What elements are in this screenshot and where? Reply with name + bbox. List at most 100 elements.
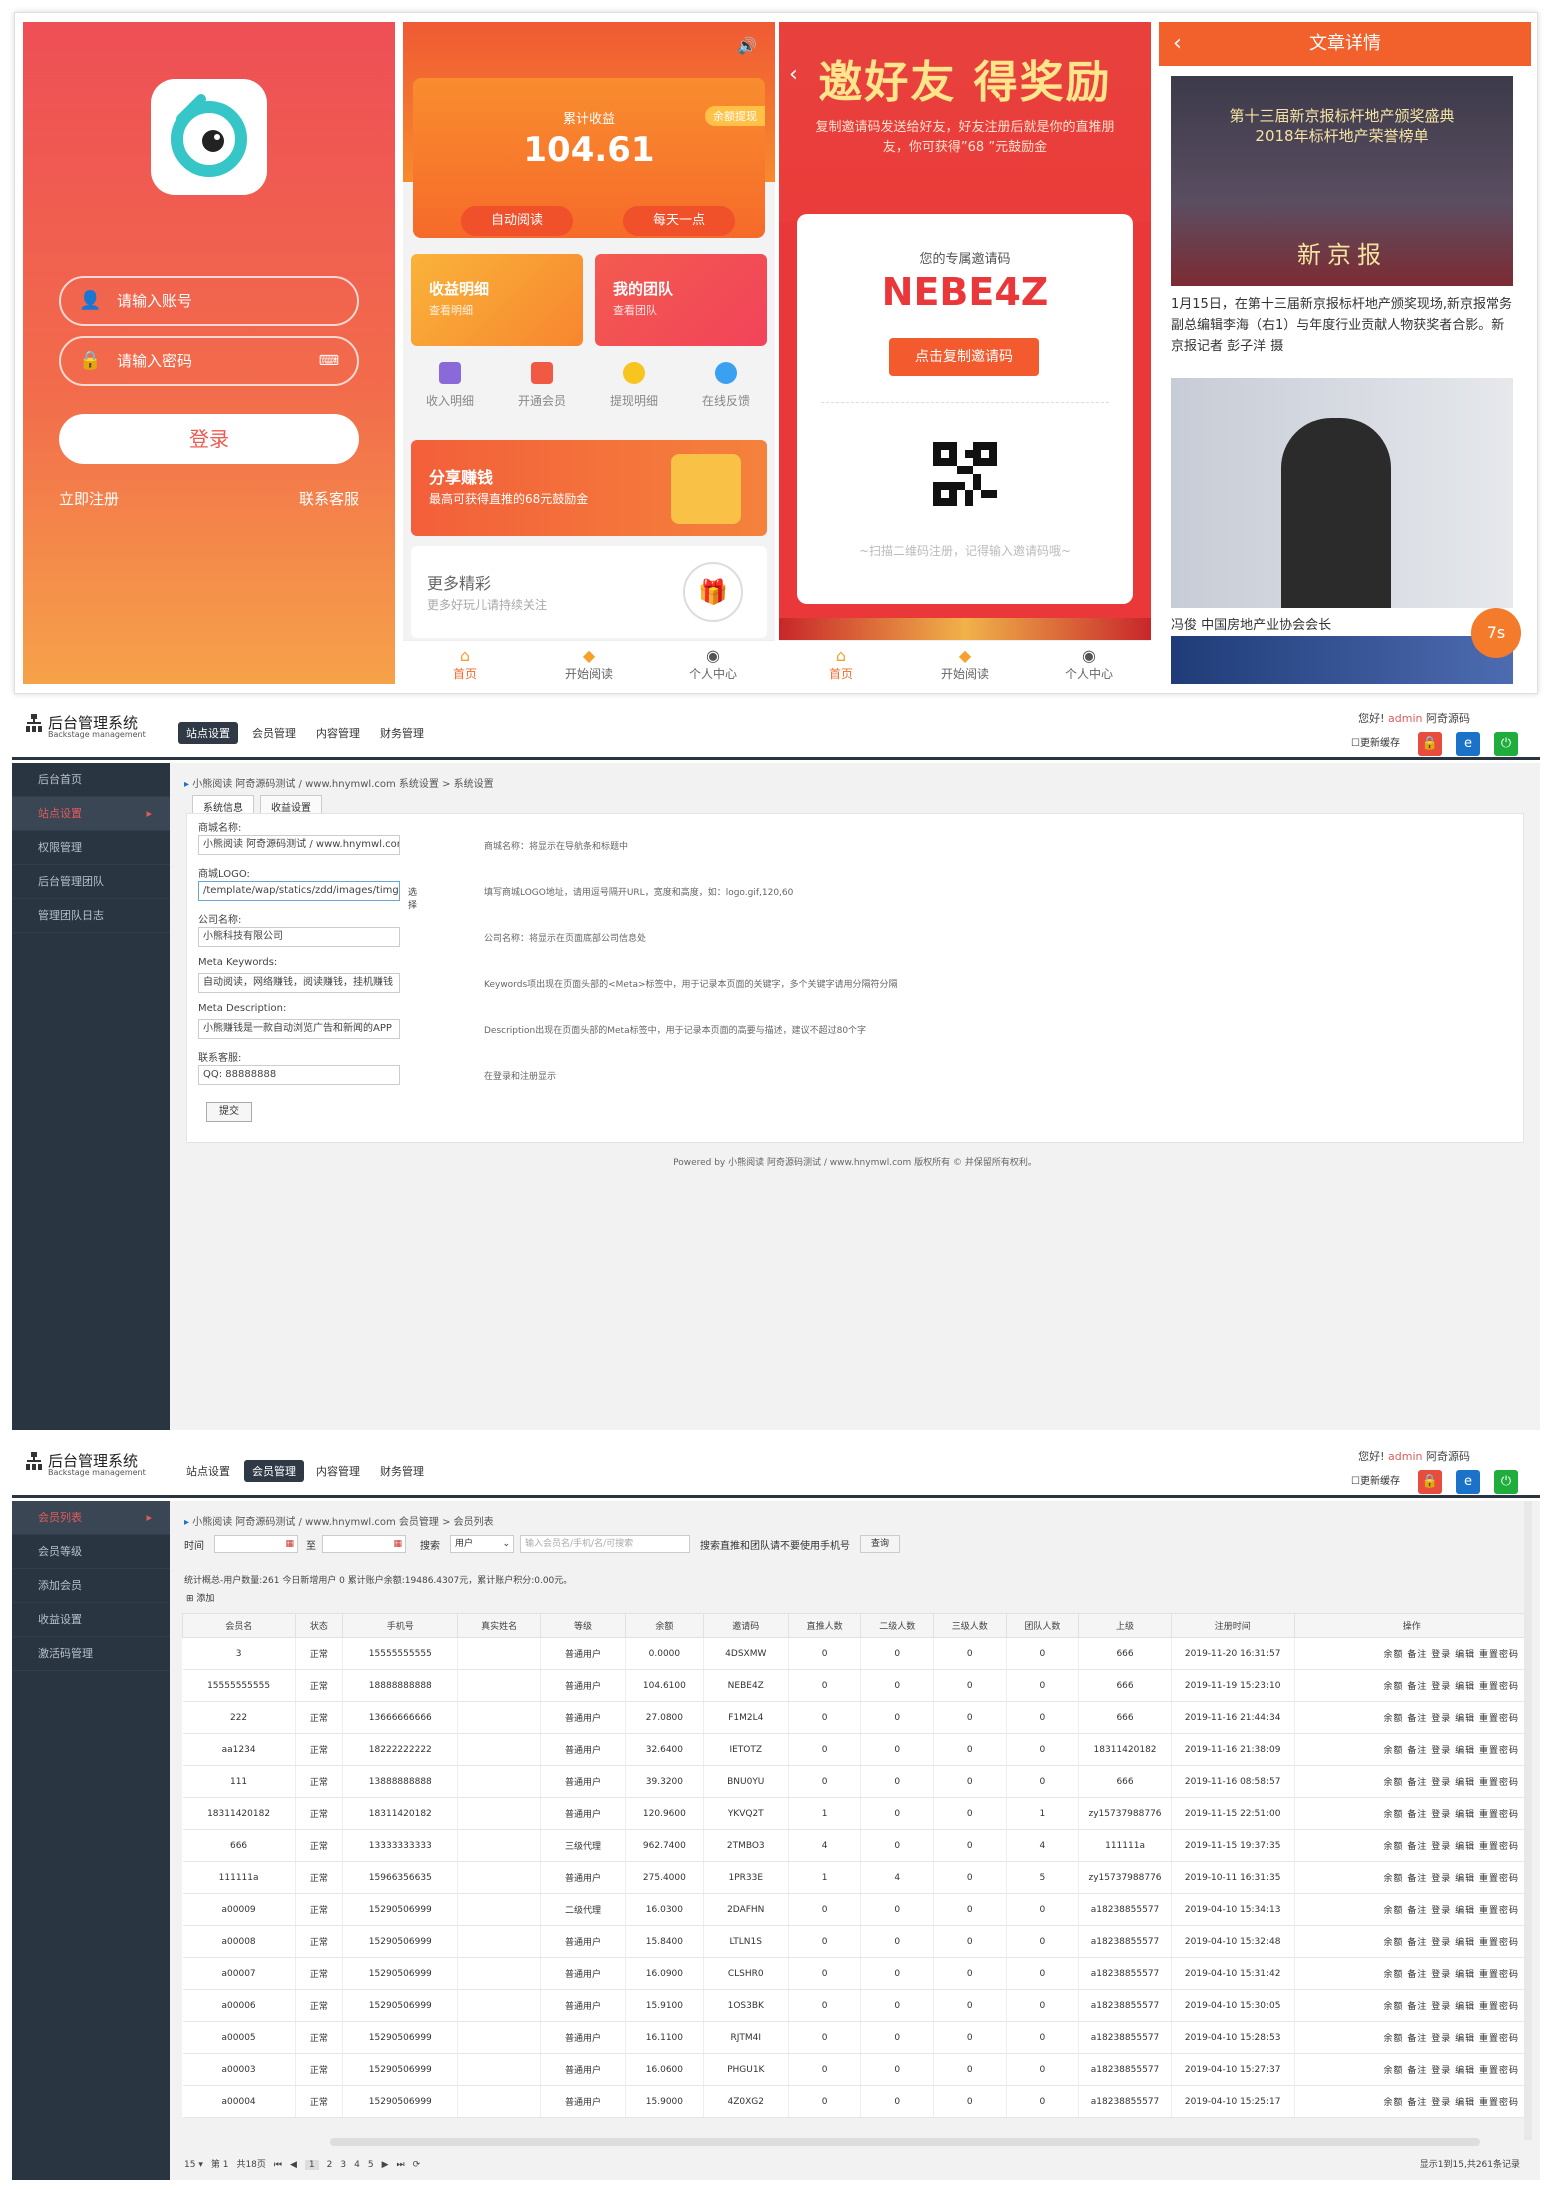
service-input[interactable]: QQ: 88888888	[198, 1065, 400, 1085]
sidebar-item-income-settings[interactable]: 收益设置	[12, 1603, 170, 1637]
lock-icon: 🔒	[79, 350, 102, 371]
choose-button[interactable]: 选择	[408, 885, 417, 911]
row-actions[interactable]: 余额 备注 登录 编辑 重置密码	[1294, 1925, 1531, 1958]
row-actions[interactable]: 余额 备注 登录 编辑 重置密码	[1294, 2053, 1531, 2086]
nav-finance[interactable]: 财务管理	[372, 1460, 432, 1482]
date-from-input[interactable]: ▦	[214, 1535, 298, 1553]
browser-icon[interactable]: e	[1456, 1470, 1480, 1494]
row-actions[interactable]: 余额 备注 登录 编辑 重置密码	[1294, 1989, 1531, 2022]
row-actions[interactable]: 余额 备注 登录 编辑 重置密码	[1294, 1957, 1531, 1990]
company-input[interactable]: 小熊科技有限公司	[198, 927, 400, 947]
pager-item[interactable]: ⏭	[397, 2160, 405, 2170]
add-member-button[interactable]: ⊞ 添加	[186, 1591, 214, 1604]
tab-profile-2[interactable]: ◉ 个人中心	[1027, 647, 1151, 682]
mini-vip[interactable]: 开通会员	[497, 362, 587, 409]
lock-icon[interactable]: 🔒	[1418, 1470, 1442, 1494]
nav-site-settings[interactable]: 站点设置	[178, 722, 238, 744]
horizontal-scrollbar[interactable]	[330, 2138, 1480, 2146]
pager-item[interactable]: ⏮	[274, 2160, 282, 2170]
lock-icon[interactable]: 🔒	[1418, 732, 1442, 756]
row-actions[interactable]: 余额 备注 登录 编辑 重置密码	[1294, 1765, 1531, 1798]
row-actions[interactable]: 余额 备注 登录 编辑 重置密码	[1294, 1797, 1531, 1830]
update-cache[interactable]: ☐更新缓存	[1351, 1472, 1400, 1487]
sidebar-item-team-log[interactable]: 管理团队日志	[12, 899, 170, 933]
row-actions[interactable]: 余额 备注 登录 编辑 重置密码	[1294, 1701, 1531, 1734]
back-icon[interactable]: ‹	[1173, 22, 1182, 66]
share-banner[interactable]: 分享赚钱 最高可获得直推的68元鼓励金	[411, 440, 767, 536]
shop-logo-input[interactable]: /template/wap/statics/zdd/images/timg.gi…	[198, 881, 400, 901]
tab-home[interactable]: ⌂ 首页	[403, 647, 527, 682]
row-actions[interactable]: 余额 备注 登录 编辑 重置密码	[1294, 1637, 1531, 1670]
tab-profile[interactable]: ◉ 个人中心	[651, 647, 775, 682]
service-link[interactable]: 联系客服	[299, 488, 359, 509]
pager-item[interactable]: ⟳	[413, 2160, 421, 2170]
power-icon[interactable]: ⏻	[1494, 732, 1518, 756]
login-button[interactable]: 登录	[59, 414, 359, 464]
submit-button[interactable]: 提交	[206, 1102, 252, 1122]
account-field[interactable]: 👤 请输入账号	[59, 276, 359, 326]
row-actions[interactable]: 余额 备注 登录 编辑 重置密码	[1294, 1829, 1531, 1862]
keywords-input[interactable]: 自动阅读，网络赚钱，阅读赚钱，挂机赚钱	[198, 973, 400, 993]
pager-item[interactable]: 4	[354, 2160, 360, 2170]
table-header: 会员名 状态 手机号 真实姓名 等级 余额 邀请码 直推人数 二级人数 三级人数 团队人数 上级 注册时…	[182, 1613, 1531, 1638]
power-icon[interactable]: ⏻	[1494, 1470, 1518, 1494]
update-cache[interactable]: ☐更新缓存	[1351, 734, 1400, 749]
pager-item[interactable]: 第 1	[211, 2157, 229, 2170]
tab-read-2[interactable]: ◆ 开始阅读	[903, 647, 1027, 682]
row-actions[interactable]: 余额 备注 登录 编辑 重置密码	[1294, 2085, 1531, 2118]
pager-item[interactable]: 2	[327, 2160, 333, 2170]
row-actions[interactable]: 余额 备注 登录 编辑 重置密码	[1294, 2021, 1531, 2054]
sidebar-item-home[interactable]: 后台首页	[12, 763, 170, 797]
nav-content[interactable]: 内容管理	[308, 722, 368, 744]
pager-item[interactable]: ▶	[382, 2160, 389, 2170]
auto-read-button[interactable]: 自动阅读	[461, 206, 573, 236]
withdraw-badge[interactable]: 余额提现	[705, 106, 765, 126]
income-detail-tile[interactable]: 收益明细 查看明细	[411, 254, 583, 346]
keyword-input[interactable]: 输入会员名/手机/名/可搜索	[520, 1535, 690, 1553]
pager-item[interactable]: 1	[304, 2160, 319, 2170]
shop-name-input[interactable]: 小熊阅读 阿奇源码测试 / www.hnymwl.cor	[198, 835, 400, 855]
mini-feedback[interactable]: 在线反馈	[681, 362, 771, 409]
pager-item[interactable]: 3	[340, 2160, 346, 2170]
row-actions[interactable]: 余额 备注 登录 编辑 重置密码	[1294, 1669, 1531, 1702]
row-actions[interactable]: 余额 备注 登录 编辑 重置密码	[1294, 1733, 1531, 1766]
greet-user[interactable]: admin	[1388, 712, 1422, 725]
tab-read[interactable]: ◆ 开始阅读	[527, 647, 651, 682]
nav-member[interactable]: 会员管理	[244, 722, 304, 744]
sidebar-item-member-list[interactable]: 会员列表	[12, 1501, 170, 1535]
description-input[interactable]: 小熊赚钱是一款自动浏览广告和新闻的APP	[198, 1019, 400, 1039]
my-team-tile[interactable]: 我的团队 查看团队	[595, 254, 767, 346]
sidebar-item-add-member[interactable]: 添加会员	[12, 1569, 170, 1603]
copy-code-button[interactable]: 点击复制邀请码	[889, 338, 1039, 376]
mini-withdraw[interactable]: 提现明细	[589, 362, 679, 409]
sidebar-item-team[interactable]: 后台管理团队	[12, 865, 170, 899]
keyboard-icon[interactable]: ⌨	[319, 338, 339, 384]
sidebar-item-site-settings[interactable]: 站点设置	[12, 797, 170, 831]
nav-finance[interactable]: 财务管理	[372, 722, 432, 744]
nav-content[interactable]: 内容管理	[308, 1460, 368, 1482]
nav-site-settings[interactable]: 站点设置	[178, 1460, 238, 1482]
greet-user[interactable]: admin	[1388, 1450, 1422, 1463]
register-link[interactable]: 立即注册	[59, 488, 119, 509]
vertical-scrollbar[interactable]	[1524, 1501, 1532, 2140]
pager-item[interactable]: ◀	[290, 2160, 297, 2170]
speaker-icon[interactable]: 🔊	[737, 36, 757, 55]
password-field[interactable]: 🔒 请输入密码 ⌨	[59, 336, 359, 386]
row-actions[interactable]: 余额 备注 登录 编辑 重置密码	[1294, 1893, 1531, 1926]
tab-home-2[interactable]: ⌂ 首页	[779, 647, 903, 682]
date-to-input[interactable]: ▦	[322, 1535, 406, 1553]
pager-item[interactable]: 共18页	[236, 2157, 265, 2170]
search-type-select[interactable]: 用户 ⌄	[450, 1535, 514, 1553]
pager-item[interactable]: 5	[368, 2160, 374, 2170]
mini-income[interactable]: 收入明细	[405, 362, 495, 409]
browser-icon[interactable]: e	[1456, 732, 1480, 756]
sidebar-item-member-level[interactable]: 会员等级	[12, 1535, 170, 1569]
row-actions[interactable]: 余额 备注 登录 编辑 重置密码	[1294, 1861, 1531, 1894]
pager-item[interactable]: 15 ▾	[184, 2160, 203, 2170]
more-card[interactable]: 更多精彩 更多好玩儿请持续关注 🎁	[411, 546, 767, 638]
sidebar-item-permissions[interactable]: 权限管理	[12, 831, 170, 865]
query-button[interactable]: 查询	[860, 1535, 900, 1553]
nav-member[interactable]: 会员管理	[244, 1460, 304, 1482]
daily-button[interactable]: 每天一点	[623, 206, 735, 236]
sidebar-item-activation-codes[interactable]: 激活码管理	[12, 1637, 170, 1671]
